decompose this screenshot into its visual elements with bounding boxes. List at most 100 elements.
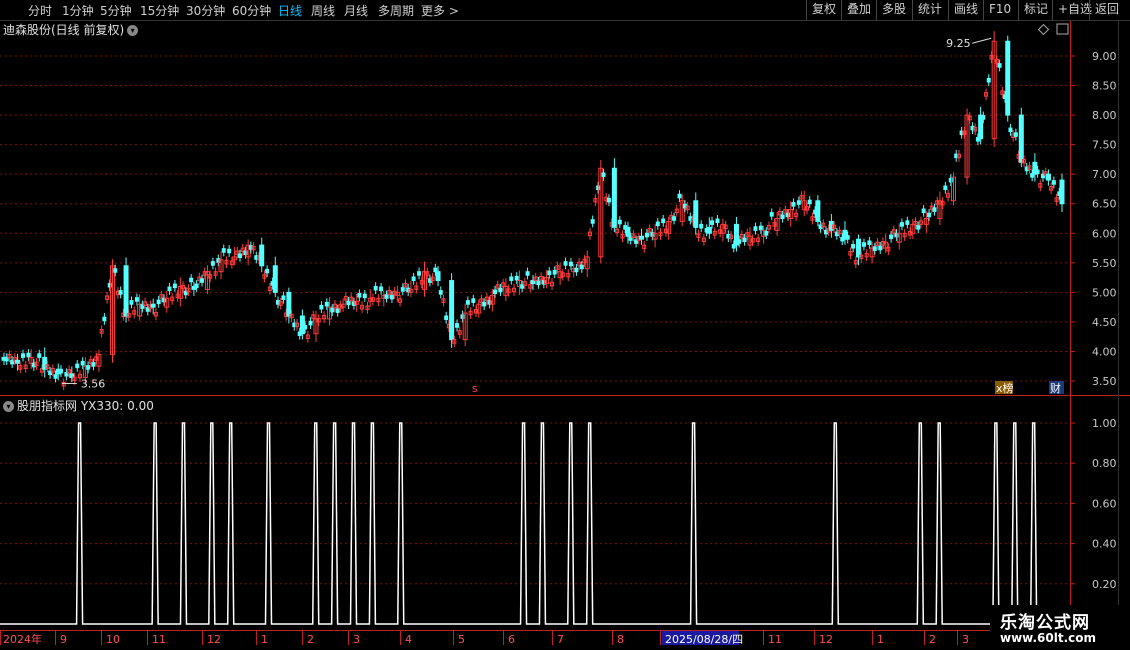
candle-body — [465, 300, 470, 305]
period-tab-6[interactable]: 日线 — [278, 2, 302, 19]
candle-body — [851, 244, 856, 249]
candle-body — [20, 353, 25, 358]
candle-body — [457, 330, 462, 335]
low-price-label: 3.56 — [81, 377, 106, 390]
candle-body — [571, 268, 577, 273]
chevron-down-icon[interactable]: ▾ — [3, 401, 14, 412]
indicator-y-label: 0.20 — [1092, 578, 1117, 591]
candle-body — [970, 125, 975, 131]
candle-body — [631, 233, 636, 238]
candle-body — [28, 356, 34, 364]
candle-body — [1016, 154, 1021, 159]
candle-body — [672, 216, 677, 221]
candle-body — [758, 225, 763, 231]
candle-body — [406, 287, 411, 293]
candle-body — [737, 239, 742, 244]
candle-body — [251, 245, 256, 251]
candle-body — [557, 271, 563, 279]
period-tab-5[interactable]: 60分钟 — [232, 2, 271, 19]
candle-body — [327, 306, 333, 320]
candle-body — [642, 244, 647, 250]
candle-body — [289, 313, 294, 319]
chevron-down-icon[interactable]: ▾ — [127, 25, 139, 36]
candle-body — [292, 322, 297, 328]
candle-body — [495, 284, 500, 289]
candle-body — [747, 235, 753, 246]
candle-body — [652, 232, 658, 240]
candle-body — [615, 228, 620, 234]
candle-body — [186, 287, 191, 293]
period-tab-8[interactable]: 月线 — [344, 2, 368, 19]
candle-body — [82, 365, 88, 378]
candle-body — [878, 245, 883, 251]
candle-body — [181, 284, 186, 290]
candle-body — [821, 222, 826, 228]
period-tab-2[interactable]: 5分钟 — [100, 2, 132, 19]
candle-body — [4, 356, 9, 362]
candle-body — [598, 167, 604, 258]
candle-body — [357, 293, 362, 298]
candle-body — [739, 233, 744, 239]
candle-body — [503, 285, 509, 296]
candle-body — [362, 293, 367, 299]
period-tab-1[interactable]: 1分钟 — [62, 2, 94, 19]
time-label: 9 — [60, 633, 67, 646]
candle-body — [634, 239, 639, 244]
candle-body — [563, 261, 568, 266]
candle-body — [1057, 191, 1062, 196]
toolbar-button-3[interactable]: 统计 — [912, 0, 949, 20]
candle-body — [761, 229, 767, 237]
period-tab-10[interactable]: 更多 > — [421, 2, 459, 19]
toolbar-button-6[interactable]: 标记 — [1018, 0, 1053, 20]
period-tab-4[interactable]: 30分钟 — [186, 2, 225, 19]
candle-body — [349, 296, 354, 302]
kline-chart[interactable]: 9.00 8.50 8.00 7.50 7.00 6.50 6.00 5.50 5.00 4.50… — [0, 0, 1130, 650]
candle-body — [804, 206, 809, 211]
period-tab-3[interactable]: 15分钟 — [140, 2, 179, 19]
candle-body — [64, 371, 69, 377]
time-label: 6 — [508, 633, 515, 646]
period-tab-0[interactable]: 分时 — [28, 2, 52, 19]
candle-body — [910, 223, 916, 234]
candle-body — [200, 278, 205, 283]
toolbar-button-8[interactable]: 返回 — [1089, 0, 1130, 20]
candle-body — [636, 236, 641, 241]
toolbar-button-4[interactable]: 画线 — [948, 0, 984, 20]
candle-body — [720, 223, 726, 234]
candle-body — [628, 236, 633, 241]
candle-body — [145, 307, 150, 312]
period-tab-9[interactable]: 多周期 — [378, 2, 414, 19]
candle-body — [625, 226, 631, 237]
candle-body — [525, 271, 530, 276]
toolbar-button-7[interactable]: +自选 — [1052, 0, 1092, 20]
period-toolbar: 分时 1分钟 5分钟 15分钟 30分钟 60分钟 日线 周线 月线 多周期 更多 > 复权 叠加 多股统… — [0, 0, 1130, 21]
toolbar-button-1[interactable]: 叠加 — [841, 0, 877, 20]
candle-body — [384, 294, 389, 299]
candle-body — [541, 280, 546, 285]
toolbar-button-0[interactable]: 复权 — [806, 0, 842, 20]
candle-body — [156, 299, 161, 305]
candle-body — [948, 177, 953, 183]
candle-body — [596, 185, 601, 191]
candle-body — [647, 228, 652, 233]
candle-body — [460, 314, 465, 319]
period-tab-7[interactable]: 周线 — [311, 2, 335, 19]
candle-body — [107, 283, 112, 288]
toolbar-button-2[interactable]: 多股 — [876, 0, 913, 20]
candle-body — [12, 356, 17, 362]
candle-body — [650, 232, 655, 237]
candle-body — [674, 208, 679, 214]
candle-body — [31, 362, 36, 368]
candle-body — [294, 322, 299, 328]
toolbar-button-5[interactable]: F10 — [983, 0, 1019, 20]
candle-body — [403, 283, 408, 288]
candle-body — [148, 304, 153, 309]
indicator-y-label: 0.40 — [1092, 538, 1117, 551]
candle-body — [1045, 173, 1051, 181]
candle-body — [799, 194, 804, 200]
candle-body — [539, 275, 544, 281]
candle-body — [96, 353, 102, 367]
candle-body — [39, 368, 44, 373]
crosshair-date-bg — [662, 631, 739, 645]
candle-body — [560, 272, 565, 277]
